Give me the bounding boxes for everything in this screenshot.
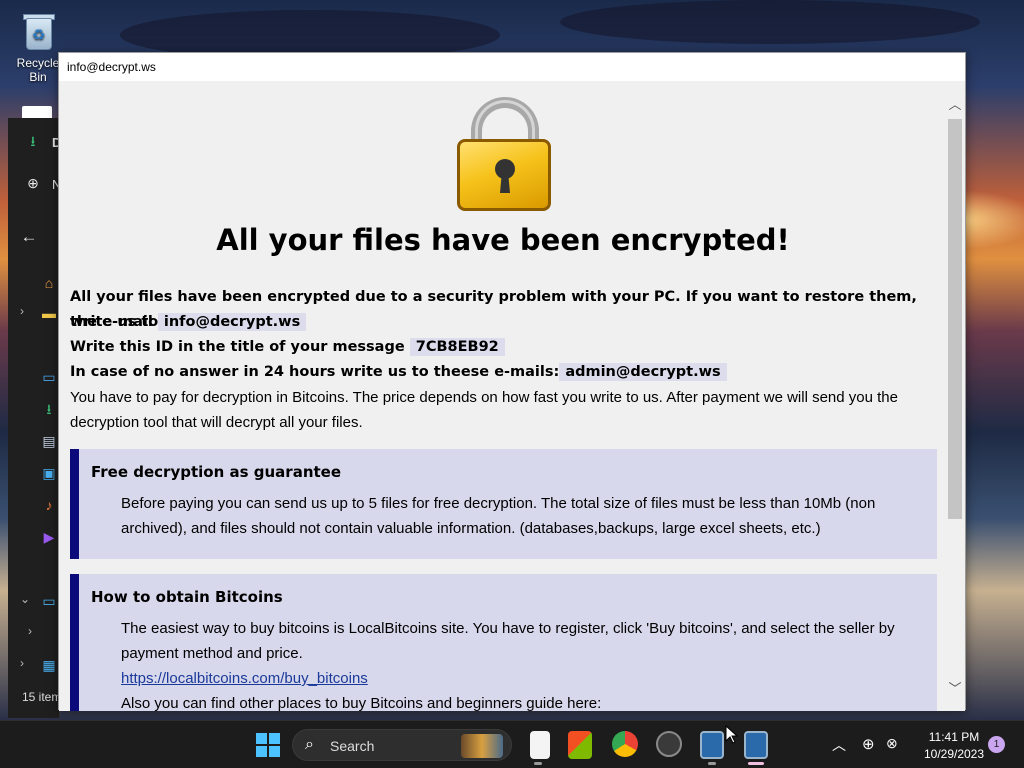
- taskbar-clock[interactable]: 11:41 PM 10/29/2023: [918, 729, 990, 763]
- panel-text-line: Before paying you can send us up to 5 fi…: [121, 495, 876, 512]
- desktop-icon: ▭: [42, 369, 56, 385]
- nav-videos[interactable]: ▶: [8, 528, 60, 552]
- search-label: Search: [330, 738, 375, 754]
- id-line: Write this ID in the title of your messa…: [70, 335, 935, 360]
- intro-line-2: the e-mail info@decrypt.ws: [70, 310, 935, 335]
- scroll-down-icon[interactable]: ﹀: [948, 681, 962, 697]
- nav-folder[interactable]: › ▬: [8, 304, 60, 328]
- network-status-icon[interactable]: ⊗: [886, 735, 898, 752]
- clock-time: 11:41 PM: [928, 730, 980, 744]
- back-button[interactable]: ←: [8, 228, 60, 252]
- ransomware-app-icon[interactable]: [700, 731, 724, 759]
- panel-text-line: Also you can find other places to buy Bi…: [121, 695, 602, 711]
- panel-title: How to obtain Bitcoins: [91, 588, 283, 606]
- nav-home[interactable]: ⌂: [8, 274, 60, 298]
- chevron-up-icon[interactable]: ︿: [832, 735, 846, 755]
- nav-desktop[interactable]: ▭: [8, 368, 60, 392]
- panel-text-line: The easiest way to buy bitcoins is Local…: [121, 620, 895, 637]
- home-icon: ⌂: [44, 275, 54, 291]
- vertical-scrollbar[interactable]: ︿ ﹀: [945, 83, 965, 711]
- nav-drive[interactable]: ›: [8, 624, 60, 648]
- arrow-left-icon: ←: [20, 227, 38, 246]
- window-titlebar[interactable]: info@decrypt.ws: [59, 53, 965, 81]
- chevron-right-icon: ›: [20, 656, 24, 670]
- taskbar: ⌕ Search ︿ ⊕ ⊗ 11:41 PM 10/29/2023 1: [0, 720, 1024, 768]
- mouse-cursor-icon: [725, 725, 739, 744]
- payment-line-2: decryption tool that will decrypt all yo…: [70, 414, 363, 431]
- contact-email-backup[interactable]: admin@decrypt.ws: [559, 363, 727, 381]
- scroll-up-icon[interactable]: ︿: [948, 97, 962, 113]
- active-indicator: [748, 762, 764, 765]
- file-explorer-taskbar-icon[interactable]: [530, 731, 550, 759]
- notification-badge[interactable]: 1: [988, 736, 1005, 753]
- chrome-icon[interactable]: [612, 731, 638, 757]
- nav-downloads[interactable]: ⭳: [8, 400, 60, 424]
- download-icon: ⭳: [46, 401, 52, 417]
- chevron-right-icon: ›: [28, 624, 32, 638]
- picture-icon: ▣: [42, 465, 56, 481]
- download-icon: ⭳: [30, 133, 36, 149]
- folder-icon: ▬: [42, 305, 56, 321]
- windows-start-icon[interactable]: [256, 733, 280, 757]
- padlock-icon: [457, 95, 553, 211]
- window-title: info@decrypt.ws: [67, 60, 156, 74]
- file-explorer-window: ⭳ D ⊕ N ← ⌂ › ▬ ▭ ⭳ ▤ ▣ ♪ ▶ ⌄ ▭ › › ▦ 15 it…: [8, 118, 67, 718]
- network-icon: ▦: [42, 657, 56, 673]
- ransom-window-taskbar-icon[interactable]: [744, 731, 768, 759]
- running-indicator: [534, 762, 542, 765]
- id-label: Write this ID in the title of your messa…: [70, 339, 405, 355]
- document-icon: ▤: [42, 433, 56, 449]
- explorer-downloads-item[interactable]: ⭳ D: [8, 132, 62, 156]
- music-icon: ♪: [45, 497, 53, 513]
- scroll-thumb[interactable]: [948, 119, 962, 519]
- taskbar-search-box[interactable]: ⌕ Search: [292, 729, 512, 761]
- search-highlight-image: [461, 734, 503, 758]
- victim-id[interactable]: 7CB8EB92: [409, 338, 505, 356]
- link-text[interactable]: https://localbitcoins.com/buy_bitcoins: [121, 670, 368, 687]
- panel-title: Free decryption as guarantee: [91, 463, 342, 481]
- microsoft-store-icon[interactable]: [568, 731, 592, 759]
- explorer-new-item[interactable]: ⊕ N: [8, 174, 61, 198]
- email-label: the e-mail: [70, 314, 153, 330]
- free-decryption-panel: Free decryption as guarantee Before payi…: [70, 449, 937, 559]
- nav-network[interactable]: › ▦: [8, 656, 60, 680]
- nav-this-pc[interactable]: ⌄ ▭: [8, 592, 60, 616]
- nav-documents[interactable]: ▤: [8, 432, 60, 456]
- panel-text-line: payment method and price.: [121, 645, 303, 662]
- backup-contact-line: In case of no answer in 24 hours write u…: [70, 360, 935, 385]
- clock-date: 10/29/2023: [923, 747, 985, 761]
- running-indicator: [708, 762, 716, 765]
- search-icon: ⌕: [305, 736, 314, 753]
- video-icon: ▶: [43, 529, 55, 545]
- plus-circle-icon: ⊕: [27, 175, 39, 191]
- ransom-note-content: All your files have been encrypted! All …: [59, 83, 947, 711]
- page-title: All your files have been encrypted!: [216, 223, 790, 257]
- globe-icon[interactable]: ⊕: [862, 735, 875, 753]
- nav-pictures[interactable]: ▣: [8, 464, 60, 488]
- payment-line-1: You have to pay for decryption in Bitcoi…: [70, 389, 898, 406]
- computer-icon: ▭: [42, 593, 56, 609]
- backup-label: In case of no answer in 24 hours write u…: [70, 364, 560, 380]
- localbitcoins-link[interactable]: https://localbitcoins.com/buy_bitcoins: [121, 666, 921, 691]
- wallpaper-cloud: [560, 0, 980, 44]
- chevron-down-icon: ⌄: [20, 592, 31, 606]
- nav-music[interactable]: ♪: [8, 496, 60, 520]
- bitcoin-guide-panel: How to obtain Bitcoins The easiest way t…: [70, 574, 937, 711]
- panel-text-line: archived), and files should not contain …: [121, 520, 821, 537]
- app-icon[interactable]: [656, 731, 682, 757]
- ransom-note-window: info@decrypt.ws All your files have been…: [58, 52, 966, 711]
- contact-email-primary[interactable]: info@decrypt.ws: [157, 313, 307, 331]
- recycle-bin-icon: ♻: [20, 12, 56, 52]
- chevron-right-icon: ›: [20, 304, 24, 318]
